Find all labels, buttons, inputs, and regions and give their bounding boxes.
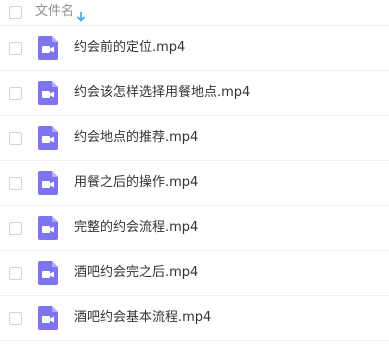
file-list-header: 文件名 (0, 0, 389, 26)
file-row[interactable]: 约会前的定位.mp4 (0, 26, 389, 71)
row-checkbox[interactable] (9, 312, 22, 325)
video-file-icon (38, 81, 58, 105)
arrow-down-icon[interactable] (76, 7, 86, 22)
file-row[interactable]: 用餐之后的操作.mp4 (0, 161, 389, 206)
file-name[interactable]: 用餐之后的操作.mp4 (74, 174, 198, 192)
column-header-filename[interactable]: 文件名 (35, 4, 74, 20)
select-all-checkbox[interactable] (9, 6, 22, 19)
file-row[interactable]: 完整的约会流程.mp4 (0, 206, 389, 251)
row-checkbox[interactable] (9, 42, 22, 55)
file-row[interactable]: 酒吧约会基本流程.mp4 (0, 296, 389, 341)
row-checkbox[interactable] (9, 267, 22, 280)
file-row[interactable]: 约会地点的推荐.mp4 (0, 116, 389, 161)
row-checkbox[interactable] (9, 177, 22, 190)
row-checkbox[interactable] (9, 87, 22, 100)
file-name[interactable]: 完整的约会流程.mp4 (74, 219, 198, 237)
file-name[interactable]: 约会该怎样选择用餐地点.mp4 (74, 84, 250, 102)
file-name[interactable]: 约会地点的推荐.mp4 (74, 129, 198, 147)
file-row[interactable]: 约会该怎样选择用餐地点.mp4 (0, 71, 389, 116)
file-name[interactable]: 酒吧约会完之后.mp4 (74, 264, 198, 282)
video-file-icon (38, 36, 58, 60)
video-file-icon (38, 261, 58, 285)
file-list: 文件名 约会前的定位.mp4 约会该怎样选择用餐地点.mp4 约会地点的推荐.m… (0, 0, 389, 356)
row-checkbox[interactable] (9, 132, 22, 145)
file-row[interactable]: 酒吧约会完之后.mp4 (0, 251, 389, 296)
video-file-icon (38, 171, 58, 195)
file-name[interactable]: 酒吧约会基本流程.mp4 (74, 309, 211, 327)
video-file-icon (38, 216, 58, 240)
row-checkbox[interactable] (9, 222, 22, 235)
video-file-icon (38, 126, 58, 150)
file-name[interactable]: 约会前的定位.mp4 (74, 39, 185, 57)
video-file-icon (38, 306, 58, 330)
